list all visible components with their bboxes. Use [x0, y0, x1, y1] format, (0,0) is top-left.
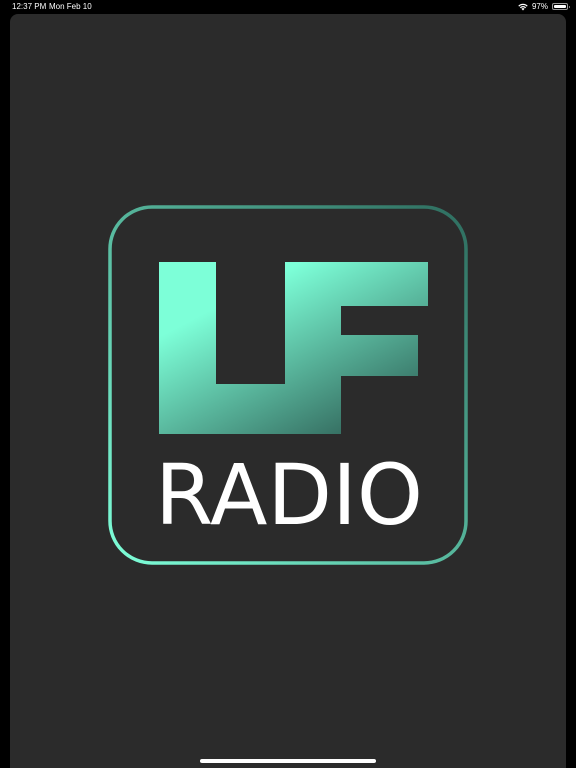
logo-lf-mark — [159, 262, 428, 434]
battery-fill — [554, 5, 566, 8]
lf-radio-logo: RADIO — [108, 205, 468, 565]
logo-radio-word: RADIO — [155, 446, 423, 544]
battery-percentage: 97% — [531, 2, 548, 11]
battery-tip — [568, 5, 570, 8]
status-bar: 12:37 PM Mon Feb 10 97% — [0, 0, 576, 14]
status-indicators: 97% — [518, 1, 570, 12]
splash-screen: 12:37 PM Mon Feb 10 97% RADIO — [0, 0, 576, 768]
battery-icon — [552, 3, 570, 10]
status-time: 12:37 PM — [12, 2, 47, 11]
status-date: Mon Feb 10 — [49, 2, 92, 11]
home-indicator[interactable] — [200, 759, 376, 763]
wifi-icon — [518, 3, 528, 10]
